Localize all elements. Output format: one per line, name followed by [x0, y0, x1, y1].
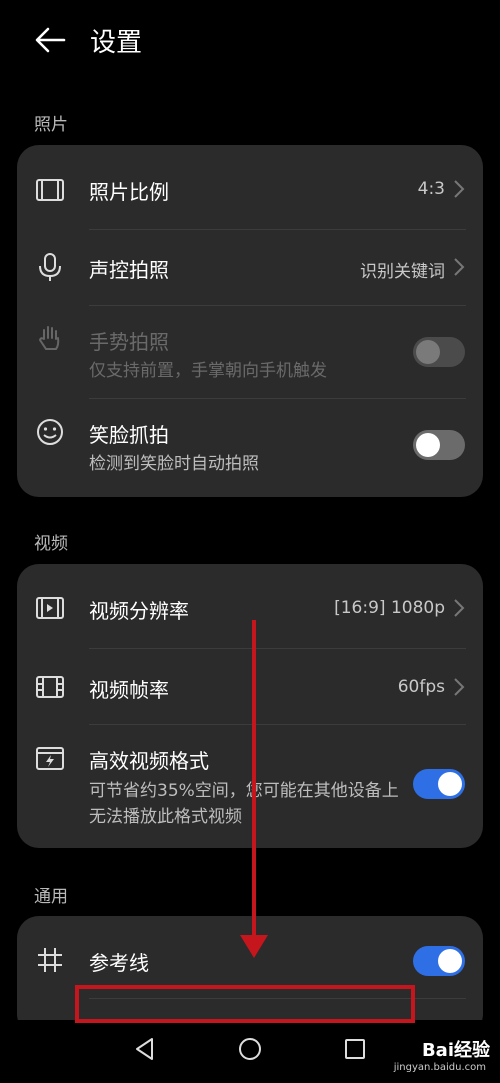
gesture-capture-label: 手势拍照 [89, 330, 169, 354]
nav-home-circle-icon[interactable] [235, 1034, 265, 1064]
setting-video-resolution[interactable]: 视频分辨率 [16:9] 1080p [17, 564, 483, 648]
smile-capture-toggle[interactable] [413, 430, 465, 460]
video-resolution-icon [36, 597, 64, 619]
video-settings-card: 视频分辨率 [16:9] 1080p 视频帧率 60fps 高效视频格式 可节省… [17, 564, 483, 848]
smile-capture-label: 笑脸抓拍 [89, 423, 169, 447]
hand-palm-icon [38, 326, 60, 350]
video-fps-value: 60fps [397, 677, 445, 697]
chevron-right-icon [454, 678, 465, 696]
nav-recents-square-icon[interactable] [340, 1034, 370, 1064]
setting-gesture-capture: 手势拍照 仅支持前置，手掌朝向手机触发 [17, 306, 483, 398]
setting-voice-capture[interactable]: 声控拍照 识别关键词 [17, 230, 483, 306]
nav-back-triangle-icon[interactable] [130, 1034, 160, 1064]
setting-efficient-video-format[interactable]: 高效视频格式 可节省约35%空间，您可能在其他设备上无法播放此格式视频 [17, 725, 483, 848]
film-strip-icon [36, 676, 64, 698]
microphone-icon [39, 253, 61, 281]
photo-ratio-label: 照片比例 [89, 180, 169, 204]
setting-smile-capture[interactable]: 笑脸抓拍 检测到笑脸时自动拍照 [17, 399, 483, 497]
efficient-video-sub: 可节省约35%空间，您可能在其他设备上无法播放此格式视频 [89, 781, 399, 827]
chevron-right-icon [454, 180, 465, 198]
section-label-video: 视频 [34, 534, 68, 554]
photo-ratio-value: 4:3 [417, 179, 445, 199]
grid-lines-label: 参考线 [89, 951, 149, 975]
setting-photo-ratio[interactable]: 照片比例 4:3 [17, 145, 483, 229]
grid-hash-icon [38, 948, 62, 972]
chevron-right-icon [454, 258, 465, 276]
smile-capture-sub: 检测到笑脸时自动拍照 [89, 454, 259, 474]
setting-video-fps[interactable]: 视频帧率 60fps [17, 649, 483, 725]
section-label-photo: 照片 [34, 115, 68, 135]
gesture-capture-sub: 仅支持前置，手掌朝向手机触发 [89, 361, 327, 381]
video-resolution-label: 视频分辨率 [89, 599, 189, 623]
smiley-face-icon [37, 419, 63, 445]
gesture-capture-toggle [413, 337, 465, 367]
watermark-url: jingyan.baidu.com [393, 1062, 486, 1073]
back-arrow-icon[interactable] [32, 22, 68, 58]
efficient-video-icon [36, 747, 64, 770]
annotation-highlight-box [75, 985, 415, 1023]
page-title: 设置 [90, 28, 143, 58]
aspect-ratio-icon [36, 179, 64, 201]
video-resolution-value: [16:9] 1080p [334, 598, 445, 618]
efficient-video-label: 高效视频格式 [89, 749, 209, 773]
section-label-general: 通用 [34, 887, 68, 907]
efficient-video-toggle[interactable] [413, 769, 465, 799]
photo-settings-card: 照片比例 4:3 声控拍照 识别关键词 手势拍照 仅支持前置，手掌朝向手机触发 [17, 145, 483, 497]
voice-capture-label: 声控拍照 [89, 258, 169, 282]
chevron-right-icon [454, 599, 465, 617]
header: 设置 [0, 0, 500, 80]
grid-lines-toggle[interactable] [413, 946, 465, 976]
watermark-logo: Bai经验 [421, 1040, 490, 1061]
video-fps-label: 视频帧率 [89, 678, 169, 702]
voice-capture-value: 识别关键词 [360, 262, 445, 282]
